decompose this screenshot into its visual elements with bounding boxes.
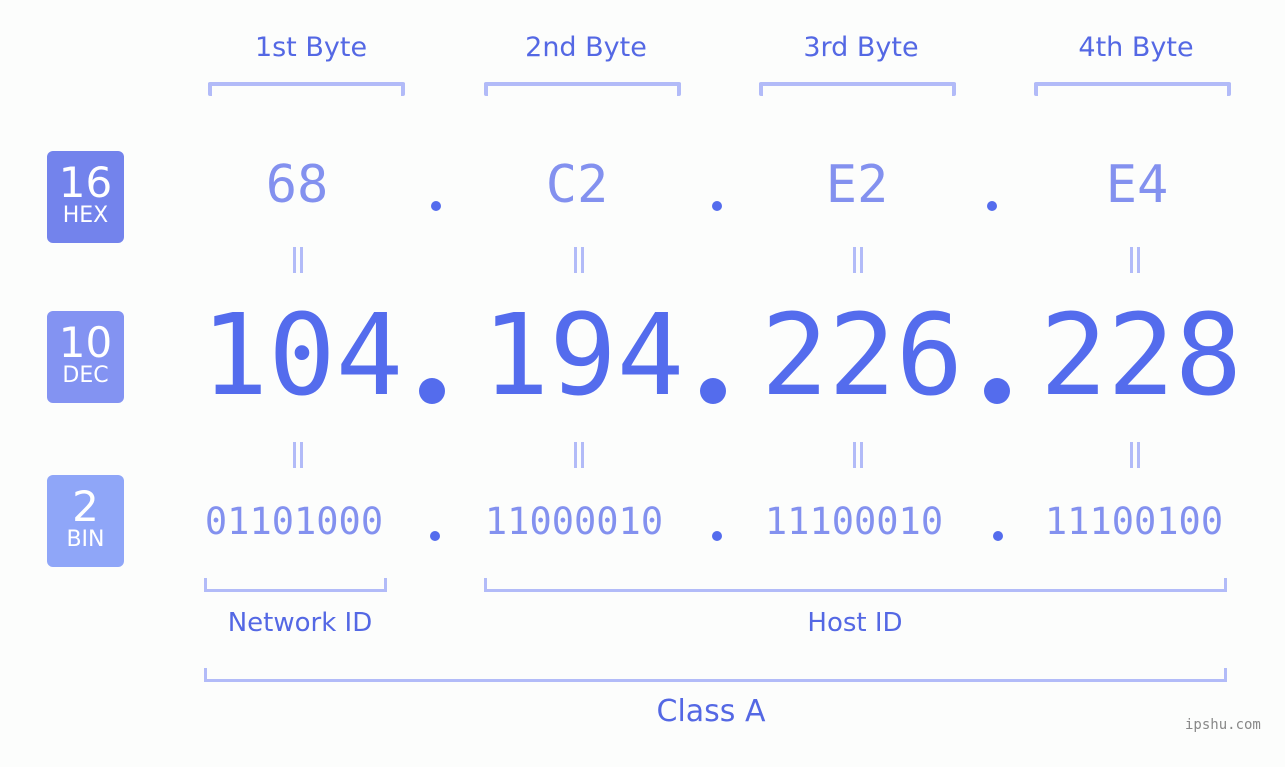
hex-byte-2: C2 <box>545 155 609 215</box>
dec-separator-dot <box>984 378 1010 404</box>
class-label: Class A <box>656 694 766 729</box>
dec-badge: 10 DEC <box>47 311 124 403</box>
byte-label-4: 4th Byte <box>1078 32 1194 63</box>
dec-separator-dot <box>700 378 726 404</box>
byte-bracket-4 <box>1034 82 1231 96</box>
equals-icon <box>1128 247 1142 273</box>
bin-byte-4: 11100100 <box>1044 500 1224 543</box>
dec-separator-dot <box>419 378 445 404</box>
network-id-label: Network ID <box>227 608 373 638</box>
byte-bracket-3 <box>759 82 956 96</box>
dec-byte-2: 194 <box>481 291 685 421</box>
equals-icon <box>851 442 865 468</box>
bin-separator-dot <box>712 531 722 541</box>
hex-separator-dot <box>987 201 997 211</box>
host-id-bracket <box>484 578 1227 592</box>
bin-separator-dot <box>430 531 440 541</box>
hex-byte-1: 68 <box>265 155 329 215</box>
hex-byte-3: E2 <box>825 155 889 215</box>
class-bracket <box>204 668 1227 682</box>
byte-bracket-2 <box>484 82 681 96</box>
byte-label-1: 1st Byte <box>254 32 368 63</box>
watermark: ipshu.com <box>1185 717 1261 733</box>
dec-byte-4: 228 <box>1039 291 1243 421</box>
byte-bracket-1 <box>208 82 405 96</box>
byte-label-3: 3rd Byte <box>803 32 919 63</box>
equals-icon <box>291 442 305 468</box>
equals-icon <box>851 247 865 273</box>
hex-separator-dot <box>712 201 722 211</box>
host-id-label: Host ID <box>807 608 903 638</box>
bin-byte-2: 11000010 <box>484 500 664 543</box>
bin-byte-3: 11100010 <box>764 500 944 543</box>
equals-icon <box>572 442 586 468</box>
bin-badge-label: BIN <box>66 527 105 552</box>
bin-badge: 2 BIN <box>47 475 124 567</box>
hex-byte-4: E4 <box>1105 155 1169 215</box>
bin-separator-dot <box>993 531 1003 541</box>
equals-icon <box>291 247 305 273</box>
network-id-bracket <box>204 578 387 592</box>
bin-byte-1: 01101000 <box>204 500 384 543</box>
dec-byte-3: 226 <box>760 291 964 421</box>
hex-separator-dot <box>431 201 441 211</box>
dec-byte-1: 104 <box>200 291 404 421</box>
equals-icon <box>572 247 586 273</box>
bin-badge-base: 2 <box>72 482 99 531</box>
equals-icon <box>1128 442 1142 468</box>
hex-badge-label: HEX <box>62 203 109 228</box>
dec-badge-label: DEC <box>62 363 109 388</box>
byte-label-2: 2nd Byte <box>525 32 647 63</box>
hex-badge-base: 16 <box>58 158 113 207</box>
dec-badge-base: 10 <box>58 318 113 367</box>
hex-badge: 16 HEX <box>47 151 124 243</box>
